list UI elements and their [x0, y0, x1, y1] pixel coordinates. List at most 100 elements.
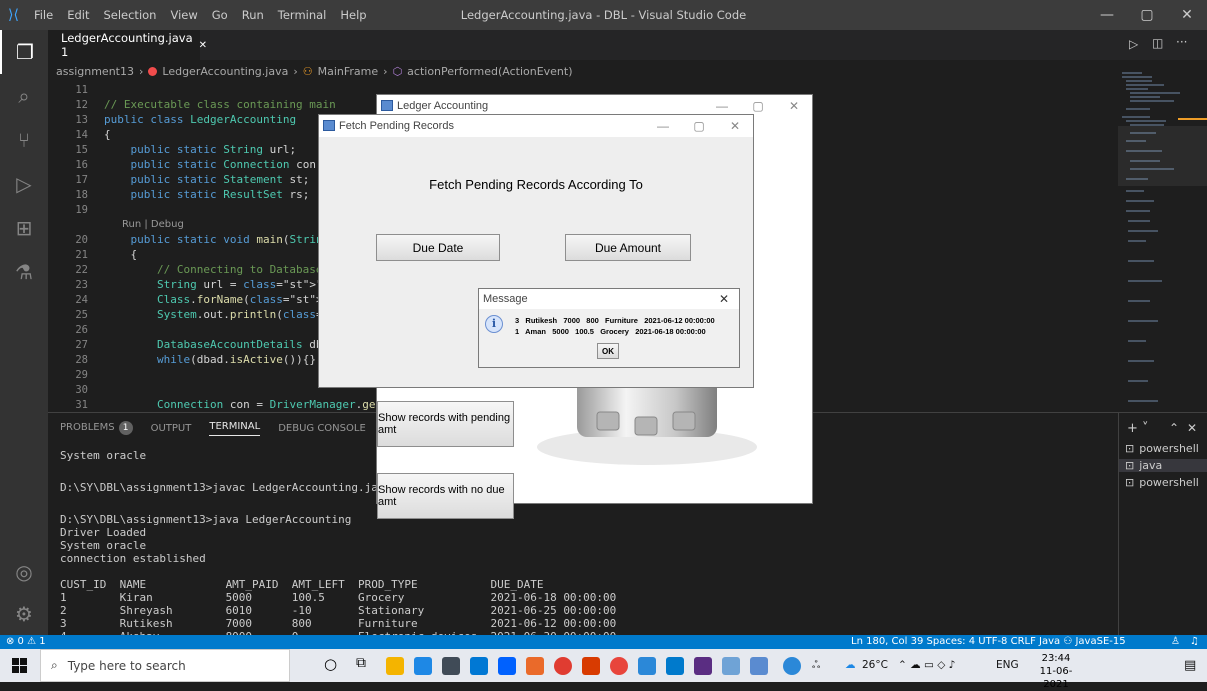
code-line: public static ResultSet rs; [130, 188, 310, 201]
fetch-minimize-button[interactable]: — [645, 115, 681, 137]
clock[interactable]: 23:44 11-06-2021 [1028, 652, 1084, 691]
editor-status[interactable]: Ln 180, Col 39 Spaces: 4 UTF-8 CRLF Java… [851, 635, 1126, 649]
message-dialog-title: Message [483, 293, 528, 305]
tab-debug-console[interactable]: DEBUG CONSOLE [278, 423, 366, 434]
line-number: 28 [75, 354, 88, 366]
feedback-icon[interactable]: ♙ [1171, 635, 1180, 649]
accounts-icon[interactable]: ◎ [0, 550, 48, 594]
problems-status[interactable]: ⊗ 0 ⚠ 1 [6, 635, 46, 649]
due-amount-button[interactable]: Due Amount [565, 234, 691, 261]
terminal-item-powershell-1[interactable]: ⊡ powershell [1125, 442, 1199, 455]
input-language[interactable]: ENG [996, 649, 1019, 682]
show-no-due-amt-button[interactable]: Show records with no due amt [377, 473, 514, 519]
close-button[interactable]: ✕ [1167, 0, 1207, 30]
tab-close-icon[interactable]: ✕ [199, 40, 207, 51]
ok-button[interactable]: OK [597, 343, 619, 359]
java-taskbar-icon[interactable] [750, 657, 768, 675]
people-icon[interactable]: ஃ [812, 649, 820, 682]
winrar-icon[interactable] [694, 657, 712, 675]
store-icon[interactable] [470, 657, 488, 675]
tab-output[interactable]: OUTPUT [151, 423, 192, 434]
notification-center-icon[interactable]: ▤ [1184, 649, 1196, 682]
java-window-icon [381, 100, 393, 111]
line-number: 22 [75, 264, 88, 276]
dropbox-icon[interactable] [498, 657, 516, 675]
run-icon[interactable]: ▷ [1129, 37, 1138, 51]
new-terminal-icon[interactable]: + ˅ [1127, 421, 1149, 436]
sublime-icon[interactable] [526, 657, 544, 675]
mail-icon[interactable] [442, 657, 460, 675]
menu-item-terminal[interactable]: Terminal [271, 8, 334, 22]
notifications-bell-icon[interactable]: ♫ [1190, 635, 1199, 649]
terminal-item-java[interactable]: ⊡ java [1119, 459, 1207, 472]
menu-item-run[interactable]: Run [235, 8, 271, 22]
settings-gear-icon[interactable]: ⚙ [0, 592, 48, 636]
tab-problems[interactable]: PROBLEMS 1 [60, 421, 133, 435]
taskbar-search-input[interactable]: ⌕ Type here to search [40, 649, 290, 682]
vscode-title-bar: ⟩⟨ File Edit Selection View Go Run Terminal Hel… [0, 0, 1207, 30]
breadcrumb-method[interactable]: actionPerformed(ActionEvent) [407, 65, 572, 78]
ledger-close-button[interactable]: ✕ [776, 95, 812, 117]
extensions-icon[interactable]: ⊞ [0, 206, 48, 250]
testing-icon[interactable]: ⚗ [0, 250, 48, 294]
minimize-button[interactable]: — [1087, 0, 1127, 30]
line-number: 24 [75, 294, 88, 306]
chrome-app-icon[interactable] [554, 657, 572, 675]
maximize-button[interactable]: ▢ [1127, 0, 1167, 30]
breadcrumb: assignment13 › LedgerAccounting.java › ⚇… [48, 60, 1207, 82]
message-dialog-title-bar: Message ✕ [479, 289, 739, 309]
maximize-panel-icon[interactable]: ⌃ [1169, 421, 1179, 435]
split-editor-icon[interactable]: ◫ [1152, 36, 1163, 50]
office-icon[interactable] [582, 657, 600, 675]
terminal-item-powershell-2[interactable]: ⊡ powershell [1125, 476, 1199, 489]
menu-item-selection[interactable]: Selection [96, 8, 163, 22]
search-icon[interactable]: ⌕ [0, 74, 48, 118]
fetch-close-button[interactable]: ✕ [717, 115, 753, 137]
tab-terminal[interactable]: TERMINAL [209, 421, 261, 436]
menu-item-file[interactable]: File [27, 8, 60, 22]
cortana-icon[interactable]: ○ [324, 655, 337, 673]
breadcrumb-folder[interactable]: assignment13 [56, 65, 134, 78]
edge-icon[interactable] [414, 657, 432, 675]
terminal-line: connection established [60, 552, 206, 565]
weather-temperature[interactable]: 26°C [862, 649, 888, 682]
system-tray-icons[interactable]: ⌃ ☁ ▭ ◇ ♪ [898, 649, 955, 682]
code-line: public static Statement st; [130, 173, 310, 186]
line-number: 11 [75, 84, 88, 96]
line-number: 14 [75, 129, 88, 141]
terminal-line: CUST_ID NAME AMT_PAID AMT_LEFT PROD_TYPE… [60, 578, 544, 591]
run-debug-icon[interactable]: ▷ [0, 162, 48, 206]
windows-start-icon[interactable] [12, 658, 27, 673]
file-explorer-icon[interactable] [386, 657, 404, 675]
code-line: // Executable class containing main [104, 98, 336, 111]
vscode-taskbar-icon[interactable] [666, 657, 684, 675]
more-actions-icon[interactable]: ··· [1176, 35, 1187, 49]
breadcrumb-class[interactable]: MainFrame [318, 65, 379, 78]
terminal-line: Driver Loaded [60, 526, 147, 539]
show-pending-amt-button[interactable]: Show records with pending amt [377, 401, 514, 447]
source-control-icon[interactable]: ⑂ [0, 118, 48, 162]
terminal-line: 3 Rutikesh 7000 800 Furniture 2021-06-12… [60, 617, 617, 630]
message-close-button[interactable]: ✕ [709, 289, 739, 311]
tab-ledger-accounting[interactable]: LedgerAccounting.java 1 ✕ [48, 30, 207, 60]
menu-item-view[interactable]: View [163, 8, 204, 22]
help-icon[interactable] [783, 657, 801, 675]
menu-item-help[interactable]: Help [333, 8, 373, 22]
breadcrumb-file[interactable]: LedgerAccounting.java [162, 65, 288, 78]
menu-item-go[interactable]: Go [205, 8, 235, 22]
chrome-icon[interactable] [610, 657, 628, 675]
task-view-icon[interactable]: ⧉ [356, 655, 366, 671]
menu-item-edit[interactable]: Edit [60, 8, 96, 22]
close-panel-icon[interactable]: ✕ [1187, 421, 1197, 435]
minimap[interactable] [1118, 60, 1207, 412]
due-date-button[interactable]: Due Date [376, 234, 500, 261]
status-bar: ⊗ 0 ⚠ 1 Ln 180, Col 39 Spaces: 4 UTF-8 C… [0, 635, 1207, 649]
photos-icon[interactable] [638, 657, 656, 675]
code-lens-run-debug[interactable]: Run | Debug [122, 219, 184, 230]
code-line: { [104, 128, 111, 141]
explorer-icon[interactable]: ❐ [0, 30, 48, 74]
line-number: 12 [75, 99, 88, 111]
line-number: 19 [75, 204, 88, 216]
network-app-icon[interactable] [722, 657, 740, 675]
fetch-maximize-button[interactable]: ▢ [681, 115, 717, 137]
